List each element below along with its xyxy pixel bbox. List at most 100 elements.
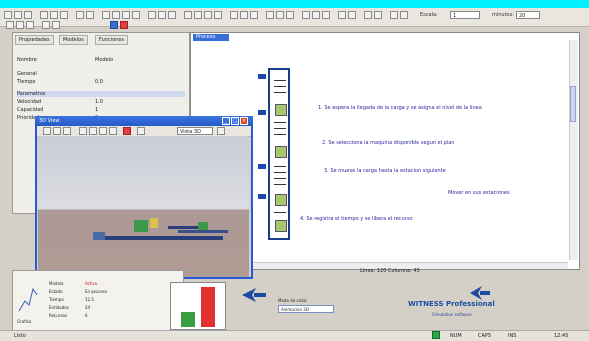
status-value: 6 [85,313,88,318]
step-marker [258,164,266,169]
view-mode-select[interactable]: Animacion 3D [278,305,334,313]
zoom-out-icon[interactable] [63,127,71,135]
scale-input[interactable]: 1 [450,11,480,19]
camera-icon[interactable] [43,127,51,135]
maximize-icon[interactable]: □ [231,117,239,125]
3d-scene [93,218,228,240]
properties-icon[interactable] [286,11,294,19]
close-icon[interactable]: × [240,117,248,125]
stop-icon[interactable] [120,21,128,29]
report-icon[interactable] [250,11,258,19]
machine-block [150,218,158,228]
view-select[interactable]: Vista 3D [177,127,213,135]
timeline-tick [274,122,286,123]
process-timeline[interactable] [268,68,290,240]
record-icon[interactable] [110,21,118,29]
settings-icon[interactable] [137,127,145,135]
watch-icon[interactable] [348,11,356,19]
pause-icon[interactable] [52,21,60,29]
status-label: Estado [49,289,63,294]
pointer-icon[interactable] [16,21,24,29]
play-icon[interactable] [89,127,97,135]
property-label: General [17,71,37,77]
timeline-block[interactable] [275,220,287,232]
minutes-label: minutos: [492,12,514,18]
minutes-input[interactable]: 20 [516,11,540,19]
tab-properties[interactable]: Propiedades [15,35,54,45]
property-row[interactable]: Nombre Modelo [17,57,185,63]
image-icon[interactable] [276,11,284,19]
step-icon[interactable] [302,11,310,19]
process-step[interactable]: Mover en sus estaciones [448,190,510,196]
editor-status: Linea: 120 Columna: 45 [360,268,420,274]
timeline-tick [274,172,286,173]
arrow-logo-icon [242,288,266,302]
sync-icon[interactable] [432,331,440,339]
property-value: 1 [95,107,99,113]
expand-icon[interactable] [364,11,372,19]
zoom-in-icon[interactable] [53,127,61,135]
arrow-icon[interactable] [194,11,202,19]
run-icon[interactable] [312,11,320,19]
property-row[interactable]: Tiempo 0.0 [17,79,185,85]
property-row[interactable]: Velocidad 1.0 [17,99,185,105]
timeline-tick [274,80,286,81]
property-row[interactable]: Parametros [17,91,185,97]
process-step[interactable]: 1. Se espera la llegada de la carga y se… [318,105,482,111]
chevron-down-icon[interactable] [217,127,225,135]
send-back-icon[interactable] [214,11,222,19]
status-indicator: CAPS [478,333,492,339]
tab-process[interactable]: Proceso [193,34,229,41]
mini-layout-chart [18,287,38,312]
property-row[interactable]: Capacidad 1 [17,107,185,113]
timeline-block[interactable] [275,194,287,206]
property-value: 1.0 [95,99,103,105]
play-icon[interactable] [42,21,50,29]
window-titlebar [0,0,589,8]
process-step[interactable]: 4. Se registra el tiempo y se libera el … [300,216,413,222]
3d-viewport[interactable] [38,136,249,277]
tab-models[interactable]: Modelos [59,35,88,45]
help-icon[interactable] [400,11,408,19]
walk-icon[interactable] [322,11,330,19]
bring-front-icon[interactable] [204,11,212,19]
rewind-icon[interactable] [79,127,87,135]
search-icon[interactable] [390,11,398,19]
property-row[interactable]: General [17,71,185,77]
timeline-tick [274,86,286,87]
select-icon[interactable] [6,21,14,29]
status-label: Entidades [49,305,69,310]
simulation-window-title: 3D View [35,116,253,126]
tab-functions[interactable]: Funciones [95,35,128,45]
property-value: 0.0 [95,79,103,85]
collapse-icon[interactable] [374,11,382,19]
vertical-scrollbar[interactable] [569,40,578,260]
property-value: Modelo [95,57,114,63]
pan-icon[interactable] [26,21,34,29]
chart-bar [181,312,195,327]
fast-forward-icon[interactable] [109,127,117,135]
status-value: En proceso [85,289,108,294]
minimize-icon[interactable]: _ [222,117,230,125]
scrollbar-thumb[interactable] [570,86,576,122]
stop-icon[interactable] [123,127,131,135]
secondary-toolbar [0,18,190,32]
process-step[interactable]: 3. Se mueve la carga hasta la estacion s… [324,168,446,174]
pause-icon[interactable] [99,127,107,135]
link-icon[interactable] [266,11,274,19]
conveyor-branch [178,230,228,233]
property-label: Parametros [17,91,46,97]
brand-subtitle: Simulation software [432,312,472,317]
property-label: Velocidad [17,99,42,105]
timeline-tick [274,184,286,185]
timeline-tick [274,212,286,213]
timeline-block[interactable] [275,104,287,116]
chart-bar [201,287,215,327]
property-label: Nombre [17,57,37,63]
utilization-chart [170,282,226,330]
breakpoint-icon[interactable] [338,11,346,19]
process-step[interactable]: 2. Se selecciona la maquina disponible s… [322,140,454,146]
chart-icon[interactable] [230,11,238,19]
table-icon[interactable] [240,11,248,19]
timeline-block[interactable] [275,146,287,158]
